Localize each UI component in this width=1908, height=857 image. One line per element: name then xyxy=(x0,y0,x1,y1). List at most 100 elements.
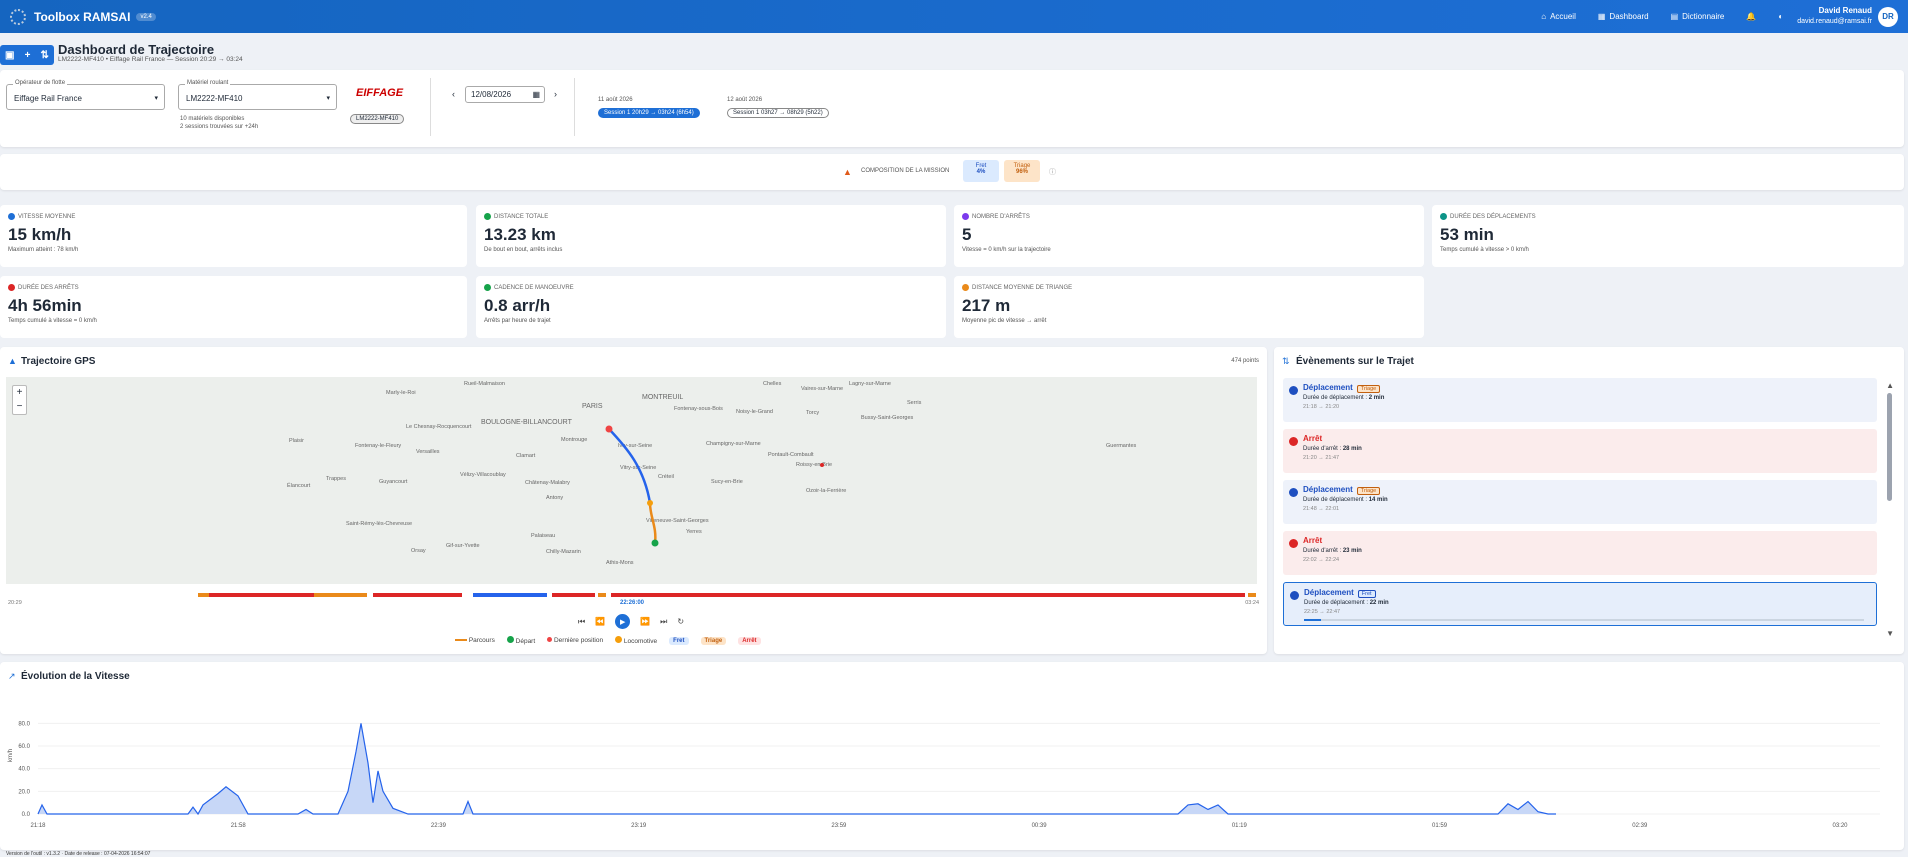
x-tick-label: 21:58 xyxy=(231,823,247,829)
composition-label: COMPOSITION DE LA MISSION xyxy=(861,168,950,174)
timeline-segment xyxy=(610,593,1246,597)
user-info: David Renaud david.renaud@ramsai.fr xyxy=(1797,6,1872,27)
ruler-icon xyxy=(962,284,969,291)
scrollbar[interactable] xyxy=(1887,393,1892,501)
x-tick-label: 01:59 xyxy=(1432,823,1448,829)
grid-icon: ▦ xyxy=(1597,12,1606,21)
day1-label: 11 août 2026 xyxy=(598,97,633,103)
page-title: Dashboard de Trajectoire xyxy=(58,42,215,57)
map-card: ▲ Trajectoire GPS 474 points Marly-le-Ro… xyxy=(0,347,1267,654)
timeline-bar[interactable] xyxy=(198,593,1256,597)
session2-chip[interactable]: Session 1 03h27 → 08h29 (5h22) xyxy=(727,108,829,118)
map-place-label: Clamart xyxy=(516,453,536,459)
chevron-down-icon: ▾ xyxy=(154,95,158,102)
kpi-stop-count: NOMBRE D'ARRÊTS 5 Vitesse = 0 km/h sur la … xyxy=(954,205,1424,267)
x-tick-label: 21:18 xyxy=(30,823,46,829)
bell-icon[interactable]: 🔔 xyxy=(1746,12,1756,21)
info-icon[interactable]: ⓘ xyxy=(1049,167,1056,177)
nav-home[interactable]: ⌂ Accueil xyxy=(1541,12,1576,21)
nav-dictionary[interactable]: ▤ Dictionnaire xyxy=(1671,12,1725,21)
playback-controls: ⏮ ⏪ ▶ ⏩ ⏭ ↻ xyxy=(578,614,684,629)
rewind-icon[interactable]: ⏪ xyxy=(595,617,605,626)
map-place-label: Antony xyxy=(546,495,563,501)
map-place-label: Pontault-Combault xyxy=(768,452,814,458)
avatar[interactable]: DR xyxy=(1878,6,1898,27)
forward-icon[interactable]: ⏩ xyxy=(640,617,650,626)
events-title: Évènements sur le Trajet xyxy=(1296,356,1414,367)
train-icon[interactable]: ▣ xyxy=(5,50,14,61)
speed-chart: 80.0 60.0 40.0 20.0 0.0 km/h 21:18 21:58 22:39 23… xyxy=(8,721,1880,829)
play-icon xyxy=(1290,591,1299,600)
material-count: 10 matériels disponibles xyxy=(180,116,245,122)
event-item[interactable]: Arrêt Durée d'arrêt : 28 min 21:20 → 21:47 xyxy=(1283,429,1877,473)
timeline-segment xyxy=(372,593,463,597)
divider xyxy=(430,78,431,136)
theme-icon[interactable]: ◐ xyxy=(1778,12,1783,21)
next-day-icon[interactable]: › xyxy=(554,89,557,99)
y-tick-label: 80.0 xyxy=(18,721,30,727)
map-place-label: Fontenay-le-Fleury xyxy=(355,443,401,449)
path-line-icon xyxy=(455,639,467,642)
kpi-stop-duration: DURÉE DES ARRÊTS 4h 56min Temps cumulé à v… xyxy=(0,276,467,338)
map-view[interactable]: Marly-le-Roi Rueil-Malmaison PARIS MONTREUI… xyxy=(6,377,1257,584)
timeline-segment xyxy=(208,593,315,597)
event-progress xyxy=(1304,619,1864,621)
cursor-time: 22:26:00 xyxy=(620,600,645,606)
map-place-label: Guyancourt xyxy=(379,479,408,485)
user-email: david.renaud@ramsai.fr xyxy=(1797,18,1872,25)
speed-card: ↗ Évolution de la Vitesse 80.0 60.0 40.0 20… xyxy=(0,662,1904,850)
scroll-up-icon[interactable]: ▲ xyxy=(1886,381,1894,390)
x-tick-label: 00:39 xyxy=(1032,823,1048,829)
kpi-avg-speed: VITESSE MOYENNE 15 km/h Maximum atteint : … xyxy=(0,205,467,267)
prev-day-icon[interactable]: ‹ xyxy=(452,89,455,99)
map-place-label: Rueil-Malmaison xyxy=(464,381,505,387)
header-actions: ▣ + ⇅ xyxy=(0,45,54,65)
legend-path: Parcours xyxy=(455,637,495,644)
swap-icon[interactable]: ⇅ xyxy=(41,50,49,61)
fret-share: Fret 4% xyxy=(963,160,999,182)
kpi-move-duration: DURÉE DES DÉPLACEMENTS 53 min Temps cumulé… xyxy=(1432,205,1904,267)
add-icon[interactable]: + xyxy=(25,50,31,61)
brand-logo: EIFFAGE xyxy=(356,87,404,99)
stop-icon xyxy=(1289,437,1298,446)
map-place-label: Vélizy-Villacoublay xyxy=(460,472,506,478)
map-place-label: Gif-sur-Yvette xyxy=(446,543,480,549)
map-place-label: Torcy xyxy=(806,410,819,416)
zoom-out-button[interactable]: − xyxy=(13,400,26,414)
replay-icon[interactable]: ↻ xyxy=(677,617,684,626)
nav-dashboard[interactable]: ▦ Dashboard xyxy=(1598,12,1649,21)
x-tick-label: 23:59 xyxy=(831,823,847,829)
map-place-label: Bussy-Saint-Georges xyxy=(861,415,914,421)
skip-end-icon[interactable]: ⏭ xyxy=(660,617,667,627)
skip-start-icon[interactable]: ⏮ xyxy=(578,617,585,627)
top-bar: Toolbox RAMSAI v2.4 ⌂ Accueil ▦ Dashboard … xyxy=(0,0,1908,33)
event-item[interactable]: Arrêt Durée d'arrêt : 23 min 22:02 → 22:24 xyxy=(1283,531,1877,575)
event-item[interactable]: Déplacement Triage Durée de déplacement : … xyxy=(1283,480,1877,524)
map-place-label: Lagny-sur-Marne xyxy=(849,381,891,387)
app-title: Toolbox RAMSAI xyxy=(34,9,131,24)
hourglass-icon xyxy=(8,284,15,291)
event-tag: Triage xyxy=(1356,385,1381,393)
operator-select[interactable]: Opérateur de flotte Eiffage Rail France ▾ xyxy=(6,80,165,110)
map-place-label: Plaisir xyxy=(289,438,304,444)
session1-chip[interactable]: Session 1 20h29 → 03h24 (6h54) xyxy=(598,108,700,118)
map-place-label: Roissy-en-Brie xyxy=(796,462,832,468)
play-icon xyxy=(1289,488,1298,497)
date-input[interactable]: 12/08/2026 ▦ xyxy=(465,86,545,103)
vehicle-chip: LM2222-MF410 xyxy=(350,114,405,124)
day2-label: 12 août 2026 xyxy=(727,97,763,103)
play-button[interactable]: ▶ xyxy=(615,614,631,629)
last-dot-icon xyxy=(547,637,553,642)
event-tag: Triage xyxy=(1356,487,1381,495)
kpi-cadence: CADENCE DE MANOEUVRE 0.8 arr/h Arrêts par … xyxy=(476,276,946,338)
map-place-label: Fontenay-sous-Bois xyxy=(674,406,723,412)
scroll-down-icon[interactable]: ▼ xyxy=(1886,629,1894,638)
zoom-in-button[interactable]: + xyxy=(13,386,26,400)
map-place-label: Noisy-le-Grand xyxy=(736,409,773,415)
event-item[interactable]: Déplacement Triage Durée de déplacement : … xyxy=(1283,378,1877,422)
material-select[interactable]: Matériel roulant LM2222-MF410 ▾ xyxy=(178,80,337,110)
event-item[interactable]: Déplacement Fret Durée de déplacement : 22… xyxy=(1283,582,1877,626)
map-title: Trajectoire GPS xyxy=(21,356,96,367)
x-tick-label: 02:39 xyxy=(1632,823,1648,829)
top-nav: ⌂ Accueil ▦ Dashboard ▤ Dictionnaire 🔔 ◐ xyxy=(1541,12,1783,21)
